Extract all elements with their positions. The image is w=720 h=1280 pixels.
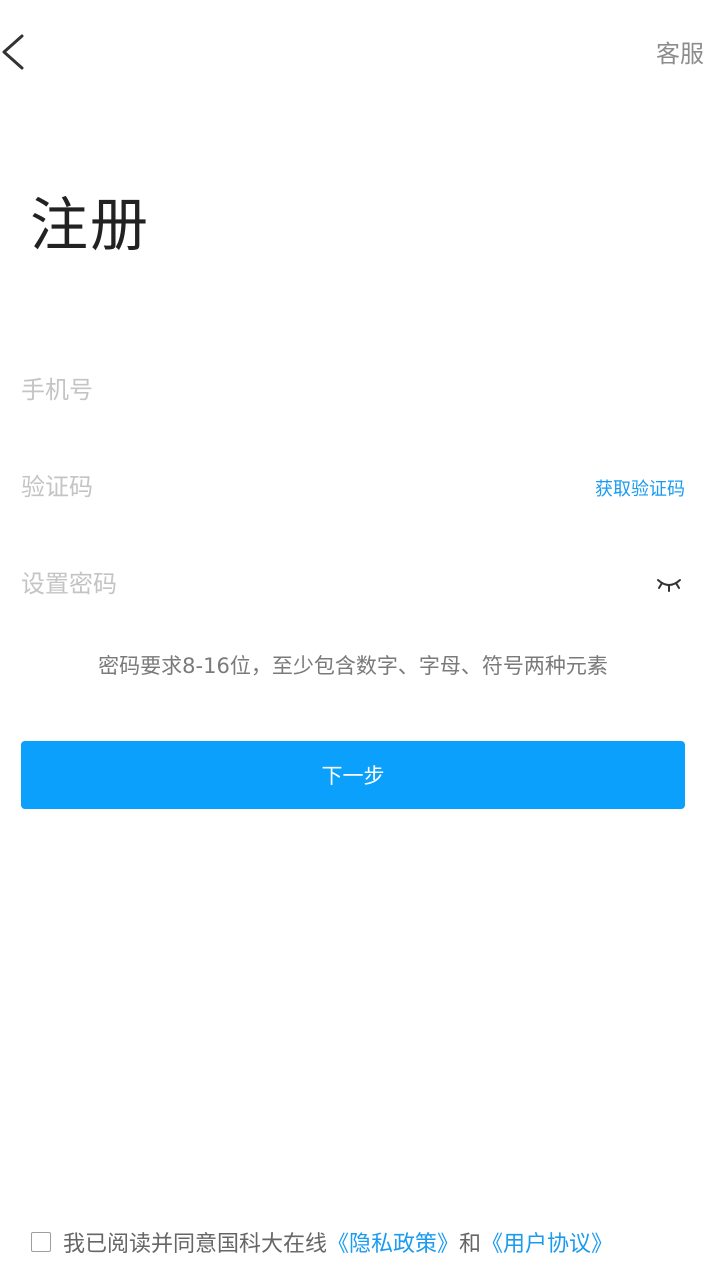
password-field — [21, 554, 685, 614]
back-button[interactable] — [0, 28, 40, 76]
chevron-left-icon — [2, 34, 24, 70]
privacy-policy-link[interactable]: 《隐私政策》 — [327, 1226, 459, 1258]
agreement-and: 和 — [459, 1232, 482, 1257]
customer-service-button[interactable]: 客服 — [656, 34, 704, 69]
password-input[interactable] — [21, 554, 521, 614]
agreement-row: 我已阅读并同意国科大在线 《隐私政策》 和 《用户协议》 — [31, 1224, 613, 1260]
page-title: 注册 — [30, 191, 151, 259]
register-page: 客服 注册 获取验证码 密码要求8-16位，至少包含数字、字母、符号两种元素 下… — [0, 0, 720, 1280]
password-hint: 密码要求8-16位，至少包含数字、字母、符号两种元素 — [98, 654, 608, 678]
agreement-prefix: 我已阅读并同意国科大在线 — [63, 1232, 328, 1257]
agreement-checkbox[interactable] — [31, 1232, 51, 1252]
eye-closed-icon[interactable] — [655, 572, 683, 596]
phone-field — [21, 360, 685, 420]
user-agreement-link[interactable]: 《用户协议》 — [481, 1226, 613, 1258]
code-field: 获取验证码 — [21, 457, 685, 517]
get-code-button[interactable]: 获取验证码 — [595, 475, 685, 501]
phone-input[interactable] — [21, 360, 521, 420]
verification-code-input[interactable] — [21, 457, 521, 517]
next-step-button[interactable]: 下一步 — [21, 741, 685, 809]
